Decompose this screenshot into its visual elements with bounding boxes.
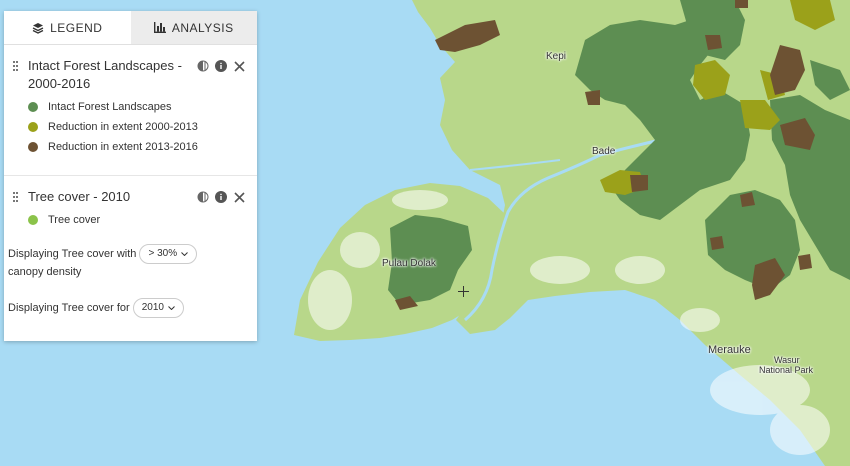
- map-label-merauke: Merauke: [708, 344, 751, 356]
- info-icon[interactable]: [215, 60, 227, 72]
- chevron-down-icon: [168, 306, 175, 310]
- drag-handle-icon[interactable]: [13, 192, 20, 204]
- tab-analysis[interactable]: ANALYSIS: [130, 11, 257, 44]
- map-label-kepi: Kepi: [546, 51, 567, 62]
- tab-analysis-label: ANALYSIS: [171, 20, 234, 35]
- tab-legend-label: LEGEND: [50, 20, 103, 35]
- year-select[interactable]: 2010: [132, 298, 184, 318]
- legend-swatch: [28, 102, 38, 112]
- legend-items: Tree cover: [28, 214, 245, 226]
- layer-tree-cover: Tree cover - 2010 Tree cover Displaying …: [4, 176, 257, 328]
- map-label-pulau-dolak: Pulau Dolak: [382, 258, 436, 269]
- legend-swatch: [28, 215, 38, 225]
- bar-chart-icon: [153, 22, 166, 33]
- legend-item-label: Reduction in extent 2000-2013: [48, 121, 198, 133]
- legend-item-label: Tree cover: [48, 214, 101, 226]
- panel-tabs: LEGEND ANALYSIS: [4, 11, 257, 45]
- legend-item: Reduction in extent 2000-2013: [28, 121, 245, 133]
- year-text: Displaying Tree cover for: [8, 301, 130, 314]
- map-label-national-park: National Park: [759, 365, 814, 375]
- info-icon[interactable]: [215, 191, 227, 203]
- layer-tools: [197, 191, 245, 203]
- layer-title: Intact Forest Landscapes - 2000-2016: [28, 58, 182, 91]
- layer-tools: [197, 60, 245, 72]
- canopy-density-select[interactable]: > 30%: [139, 244, 198, 264]
- legend-items: Intact Forest Landscapes Reduction in ex…: [28, 101, 245, 153]
- legend-swatch: [28, 122, 38, 132]
- opacity-icon[interactable]: [197, 60, 209, 72]
- opacity-icon[interactable]: [197, 191, 209, 203]
- chevron-down-icon: [181, 252, 188, 256]
- map-crosshair-icon: [458, 286, 469, 297]
- canopy-density-value: > 30%: [148, 248, 178, 259]
- map-label-wasur: Wasur: [774, 355, 800, 365]
- legend-panel: LEGEND ANALYSIS Intact Forest Landscapes…: [4, 11, 257, 341]
- density-text-after: canopy density: [8, 266, 82, 278]
- legend-item-label: Reduction in extent 2013-2016: [48, 141, 198, 153]
- legend-item: Tree cover: [28, 214, 245, 226]
- drag-handle-icon[interactable]: [13, 61, 20, 73]
- legend-swatch: [28, 142, 38, 152]
- map-label-bade: Bade: [592, 146, 616, 157]
- legend-item: Intact Forest Landscapes: [28, 101, 245, 113]
- density-text-before: Displaying Tree cover with: [8, 247, 137, 260]
- layer-title: Tree cover - 2010: [28, 189, 131, 204]
- legend-item: Reduction in extent 2013-2016: [28, 141, 245, 153]
- canopy-density-option: Displaying Tree cover with > 30% canopy …: [8, 244, 245, 280]
- close-icon[interactable]: [233, 60, 245, 72]
- year-option: Displaying Tree cover for 2010: [8, 298, 245, 318]
- year-value: 2010: [141, 302, 164, 313]
- layers-icon: [32, 22, 44, 34]
- tab-legend[interactable]: LEGEND: [4, 11, 131, 44]
- layer-intact-forest: Intact Forest Landscapes - 2000-2016 Int…: [4, 45, 257, 176]
- close-icon[interactable]: [233, 191, 245, 203]
- legend-item-label: Intact Forest Landscapes: [48, 101, 172, 113]
